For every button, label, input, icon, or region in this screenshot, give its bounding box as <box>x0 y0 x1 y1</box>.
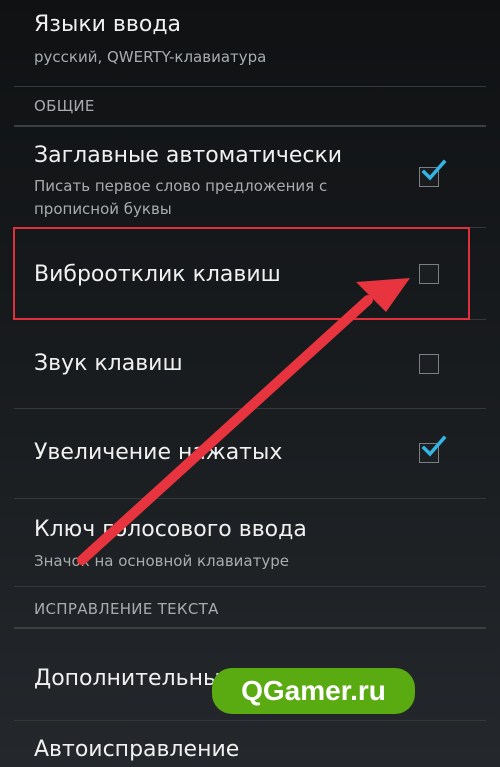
annotation-arrow <box>77 278 410 565</box>
watermark-badge: QGamer.ru <box>212 668 415 714</box>
